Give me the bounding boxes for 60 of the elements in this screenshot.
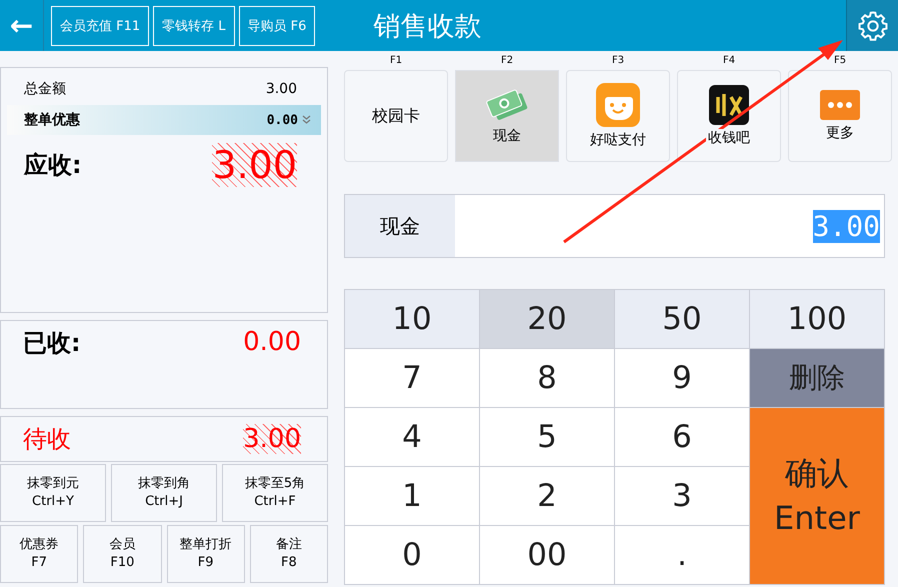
received-amount: 0.00 bbox=[243, 327, 301, 357]
total-amount: 3.00 bbox=[266, 81, 297, 97]
discount-amount: 0.00 bbox=[266, 112, 298, 128]
amount-value: 3.00 bbox=[812, 210, 880, 242]
function-button[interactable]: 整单打折 F9 bbox=[166, 525, 245, 583]
keypad-key[interactable]: 3 bbox=[615, 467, 750, 526]
keypad-key[interactable]: 0 bbox=[345, 526, 480, 585]
due-label: 应收: bbox=[24, 150, 82, 181]
shortcut-key: F1 bbox=[390, 55, 402, 67]
keypad-key[interactable]: . bbox=[615, 526, 750, 585]
quick-amount-key[interactable]: 50 bbox=[615, 290, 750, 349]
amount-field-label: 现金 bbox=[345, 195, 455, 257]
payment-method-label: 更多 bbox=[824, 124, 856, 142]
rounding-button[interactable]: 抹零到角 Ctrl+J bbox=[111, 464, 217, 522]
shortcut-key: F5 bbox=[834, 55, 846, 67]
received-label: 已收: bbox=[23, 328, 81, 359]
payment-method-button[interactable]: 现金 bbox=[455, 70, 559, 162]
keypad-key[interactable]: 00 bbox=[480, 526, 615, 585]
rounding-button[interactable]: 抹零到元 Ctrl+Y bbox=[0, 464, 106, 522]
chevron-down-icon bbox=[302, 115, 311, 125]
settings-icon bbox=[856, 8, 890, 42]
function-button[interactable]: 会员 F10 bbox=[83, 525, 162, 583]
delete-key[interactable]: 删除 bbox=[750, 349, 885, 408]
keypad-key[interactable]: 9 bbox=[615, 349, 750, 408]
keypad-key[interactable]: 6 bbox=[615, 408, 750, 467]
settings-button[interactable] bbox=[846, 0, 898, 51]
payment-method-label: 现金 bbox=[491, 127, 523, 145]
more-icon bbox=[820, 90, 860, 120]
function-button[interactable]: 备注 F8 bbox=[250, 525, 328, 583]
payment-method-label: 校园卡 bbox=[370, 106, 422, 126]
amount-field[interactable]: 现金 3.00 bbox=[344, 194, 885, 258]
keypad-key[interactable]: 5 bbox=[480, 408, 615, 467]
keypad-key[interactable]: 4 bbox=[345, 408, 480, 467]
payment-method-button[interactable]: 收钱吧 bbox=[677, 70, 781, 162]
payment-method-button[interactable]: 好哒支付 bbox=[566, 70, 670, 162]
page-title: 销售收款 bbox=[373, 10, 482, 44]
keypad-key[interactable]: 2 bbox=[480, 467, 615, 526]
shortcut-key: F3 bbox=[612, 55, 624, 67]
discount-label: 整单优惠 bbox=[24, 111, 80, 129]
discount-bar[interactable]: 整单优惠 0.00 bbox=[7, 105, 321, 135]
payment-method-label: 好哒支付 bbox=[588, 131, 648, 149]
function-button[interactable]: 优惠券 F7 bbox=[0, 525, 78, 583]
confirm-key[interactable]: 确认 Enter bbox=[750, 408, 885, 585]
pending-label: 待收 bbox=[23, 424, 71, 455]
shortcut-key: F4 bbox=[722, 55, 736, 67]
quick-amount-key[interactable]: 10 bbox=[345, 290, 480, 349]
payment-method-button[interactable]: 更多 bbox=[788, 70, 892, 162]
banknote-icon bbox=[485, 87, 529, 123]
payment-method-label: 收钱吧 bbox=[706, 129, 752, 147]
payment-method-button[interactable]: 校园卡 bbox=[344, 70, 448, 162]
rounding-button[interactable]: 抹零至5角 Ctrl+F bbox=[222, 464, 328, 522]
keypad-key[interactable]: 1 bbox=[345, 467, 480, 526]
shortcut-key: F2 bbox=[500, 55, 514, 67]
total-label: 总金额 bbox=[24, 80, 66, 98]
app-logo-icon bbox=[709, 85, 749, 125]
keypad-key[interactable]: 8 bbox=[480, 349, 615, 408]
quick-amount-key[interactable]: 20 bbox=[480, 290, 615, 349]
keypad-key[interactable]: 7 bbox=[345, 349, 480, 408]
smiley-app-icon bbox=[596, 83, 640, 127]
quick-amount-key[interactable]: 100 bbox=[750, 290, 885, 349]
